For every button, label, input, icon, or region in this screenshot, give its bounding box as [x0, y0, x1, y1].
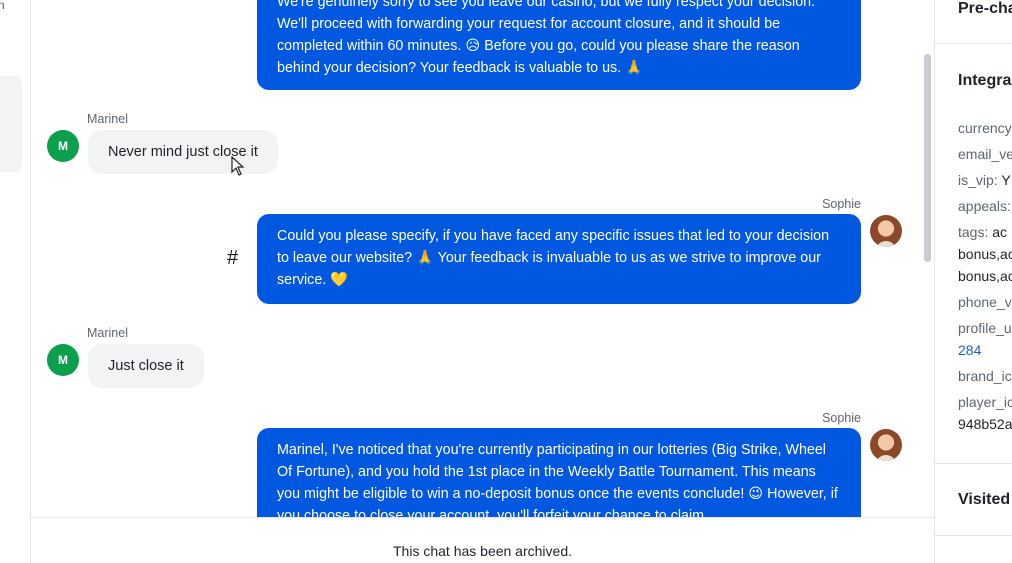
hash-icon: # — [227, 247, 239, 269]
field-player-id: player_ic — [958, 394, 1012, 410]
field-tags-line3: bonus,ac — [958, 268, 1012, 284]
agent-avatar-icon — [870, 429, 902, 461]
sender-name: Marinel — [87, 112, 128, 126]
user-message: Never mind just close it — [88, 130, 278, 174]
integrations-section-title[interactable]: Integra — [958, 72, 1011, 90]
chat-panel: We're genuinely sorry to see you leave o… — [31, 0, 934, 563]
sender-name: Marinel — [87, 326, 128, 340]
user-avatar: M — [47, 344, 79, 376]
visited-section-title[interactable]: Visited — [958, 491, 1010, 509]
pointer-cursor-icon — [231, 156, 245, 176]
left-fragment-text: n — [0, 0, 5, 12]
field-currency: currency — [958, 120, 1012, 136]
scrollbar-thumb[interactable] — [924, 54, 931, 262]
agent-message: Marinel, I've noticed that you're curren… — [257, 428, 861, 517]
app-root: n We're genuinely sorry to see you leave… — [0, 0, 1012, 563]
agent-message: Could you please specify, if you have fa… — [257, 214, 861, 304]
agent-avatar-icon — [870, 215, 902, 247]
field-tags: tags: ac — [958, 224, 1008, 240]
user-message-text: Just close it — [108, 358, 184, 374]
agent-message-text: Could you please specify, if you have fa… — [277, 228, 830, 288]
panel-divider — [935, 535, 1012, 536]
profile-url-link[interactable]: 284 — [958, 339, 981, 361]
panel-divider — [935, 463, 1012, 464]
field-appeals: appeals: — [958, 198, 1011, 214]
agent-message-text: We're genuinely sorry to see you leave o… — [277, 0, 816, 76]
field-is-vip: is_vip: Y — [958, 172, 1011, 188]
field-player-id-value: 948b52a — [958, 416, 1012, 432]
sender-name: Sophie — [822, 411, 861, 425]
left-sidebar-fragment: n — [0, 0, 31, 563]
agent-message: We're genuinely sorry to see you leave o… — [257, 0, 861, 90]
user-avatar: M — [47, 130, 79, 162]
agent-message-text: Marinel, I've noticed that you're curren… — [277, 442, 838, 517]
field-email-verified: email_ve — [958, 146, 1012, 162]
field-tags-line2: bonus,ac — [958, 246, 1012, 262]
panel-divider — [935, 43, 1012, 44]
prechat-section-title[interactable]: Pre-cha — [958, 0, 1012, 18]
user-message: Just close it — [88, 344, 204, 388]
archived-notice-text: This chat has been archived. — [393, 543, 572, 559]
archived-notice: This chat has been archived. — [31, 517, 934, 563]
sender-name: Sophie — [822, 197, 861, 211]
field-brand-id: brand_ic — [958, 368, 1012, 384]
field-profile-url: profile_u — [958, 320, 1012, 336]
field-phone-verified: phone_v — [958, 294, 1012, 310]
left-selected-item[interactable] — [0, 76, 22, 172]
message-list[interactable]: We're genuinely sorry to see you leave o… — [31, 0, 934, 517]
details-panel: Pre-cha Integra currency email_ve is_vip… — [934, 0, 1012, 563]
